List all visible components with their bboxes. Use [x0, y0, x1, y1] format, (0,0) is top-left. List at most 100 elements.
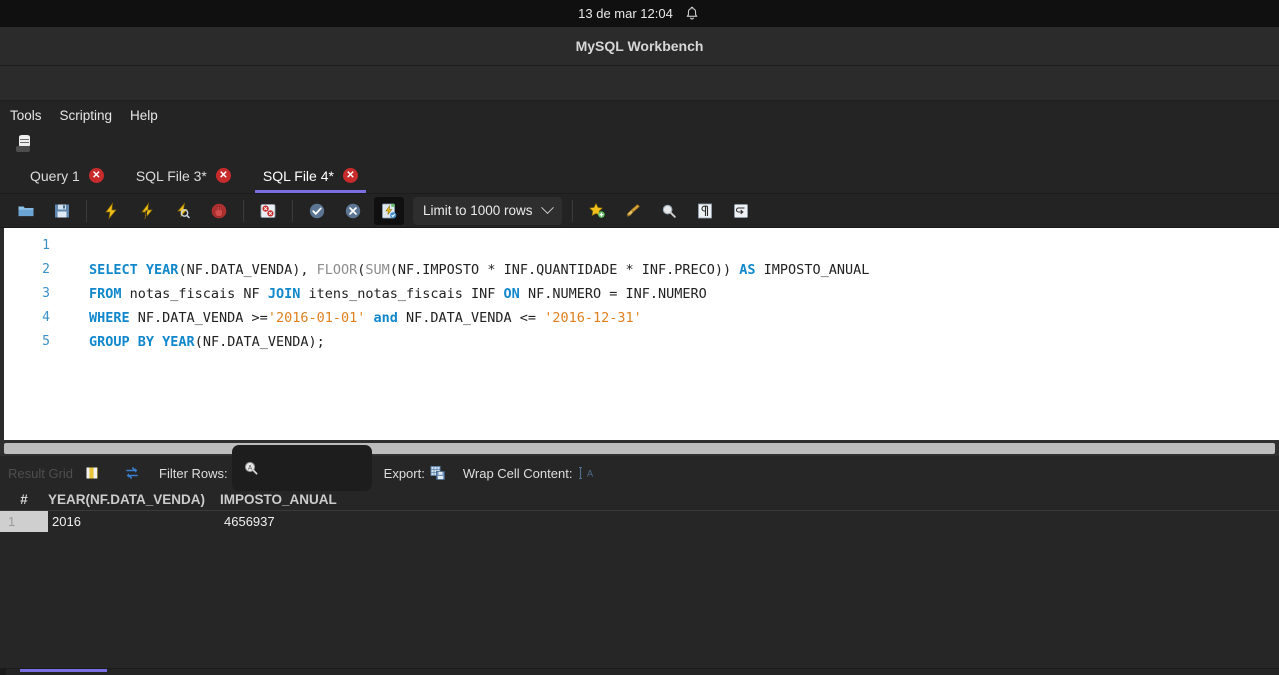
save-sql-file-icon[interactable]	[47, 197, 77, 225]
database-server-icon[interactable]	[16, 135, 34, 153]
search-icon: A	[242, 459, 260, 477]
code-line-5[interactable]: GROUP BY YEAR(NF.DATA_VENDA);	[89, 330, 1279, 354]
close-icon[interactable]: ✕	[342, 168, 358, 183]
lightning-bolt-cursor-icon-svg	[141, 201, 153, 220]
code-line-4[interactable]: WHERE NF.DATA_VENDA >='2016-01-01' and N…	[89, 306, 1279, 330]
code-token: ON	[503, 286, 520, 302]
close-icon[interactable]: ✕	[215, 168, 231, 183]
tab-sql-file-4[interactable]: SQL File 4* ✕	[247, 158, 374, 193]
code-line-1[interactable]	[89, 234, 1279, 258]
search-icon-svg: A	[244, 461, 258, 475]
editor-horizontal-scrollbar[interactable]	[0, 440, 1279, 456]
scrollbar-thumb[interactable]	[4, 442, 1275, 454]
line-number-1: 1	[42, 238, 50, 253]
toolbar-separator	[243, 199, 244, 222]
filter-rows-label: Filter Rows:	[159, 465, 228, 481]
toggle-autocommit-icon[interactable]	[374, 196, 404, 225]
grid-view-icon-svg	[85, 466, 99, 480]
os-clock-area[interactable]: 13 de mar 12:04	[578, 5, 701, 23]
toggle-stop-on-error-icon[interactable]	[253, 197, 283, 225]
magnifier-icon-svg	[662, 204, 676, 218]
tab-sql-file-3[interactable]: SQL File 3* ✕	[120, 158, 247, 193]
stop-hand-icon-svg	[211, 203, 227, 218]
table-row[interactable]: 1 2016 4656937	[0, 510, 1279, 532]
code-content[interactable]: SELECT YEAR(NF.DATA_VENDA), FLOOR(SUM(NF…	[59, 228, 1279, 440]
checkmark-circle-icon-svg	[309, 203, 325, 218]
lightning-magnifier-icon-svg	[177, 201, 190, 218]
window-toolbar-empty	[0, 66, 1279, 101]
pilcrow-icon-svg	[697, 203, 712, 218]
wrap-cell-icon-svg: A	[579, 466, 594, 480]
toolbar-separator	[292, 199, 293, 222]
code-token: SELECT	[89, 262, 138, 278]
result-grid-toolbar: Result Grid Filter Rows: A Export: Wrap …	[0, 445, 1279, 491]
save-snippet-icon[interactable]	[582, 197, 612, 225]
result-grid-table-area[interactable]: # YEAR(NF.DATA_VENDA) IMPOSTO_ANUAL 1 20…	[0, 490, 1279, 620]
code-token: YEAR	[145, 262, 179, 278]
database-plug	[16, 146, 30, 152]
menu-item-help[interactable]: Help	[130, 108, 158, 123]
menu-item-tools[interactable]: Tools	[10, 108, 42, 123]
wrap-cell-content-label: Wrap Cell Content:	[462, 465, 573, 481]
folder-icon-svg	[18, 206, 34, 216]
open-sql-file-icon[interactable]	[11, 197, 41, 225]
show-invisible-characters-icon[interactable]	[690, 197, 720, 225]
refresh-icon[interactable]	[119, 461, 145, 485]
menu-item-scripting[interactable]: Scripting	[60, 108, 113, 123]
line-number-2: 2	[42, 262, 50, 277]
menu-bar: Tools Scripting Help	[0, 101, 1279, 130]
column-header-rownum[interactable]: #	[0, 490, 48, 511]
page-title: MySQL Workbench	[575, 38, 704, 54]
code-line-2[interactable]: SELECT YEAR(NF.DATA_VENDA), FLOOR(SUM(NF…	[89, 258, 1279, 282]
svg-text:A: A	[587, 470, 594, 480]
sql-code-editor[interactable]: 12345 SELECT YEAR(NF.DATA_VENDA), FLOOR(…	[0, 228, 1279, 440]
row-number-cell[interactable]: 1	[0, 510, 48, 532]
code-line-3[interactable]: FROM notas_fiscais NF JOIN itens_notas_f…	[89, 282, 1279, 306]
cell-imposto[interactable]: 4656937	[220, 510, 420, 532]
editor-tab-bar: Query 1 ✕ SQL File 3* ✕ SQL File 4* ✕	[0, 158, 1279, 194]
code-token: (NF.DATA_VENDA);	[194, 334, 325, 350]
result-table-body: 1 2016 4656937	[0, 510, 1279, 532]
result-grid-icon[interactable]	[79, 461, 105, 485]
column-header-year[interactable]: YEAR(NF.DATA_VENDA)	[48, 490, 220, 511]
code-token: NF.DATA_VENDA >=	[129, 310, 268, 326]
column-header-imposto[interactable]: IMPOSTO_ANUAL	[220, 490, 420, 511]
code-token: NF.DATA_VENDA <=	[397, 310, 545, 326]
result-grid-title: Result Grid	[8, 465, 74, 481]
find-icon[interactable]	[654, 197, 684, 225]
tab-label: Query 1	[30, 167, 80, 184]
toggle-word-wrap-icon[interactable]	[726, 197, 756, 225]
close-icon[interactable]: ✕	[88, 168, 104, 183]
cell-year[interactable]: 2016	[48, 510, 220, 532]
export-recordset-icon[interactable]	[425, 461, 451, 485]
line-number-3: 3	[42, 286, 50, 301]
wrap-lines-icon-svg	[733, 203, 748, 218]
database-line-2	[20, 142, 29, 143]
result-tab-bar: Result 2 ✕	[0, 668, 1279, 675]
bell-icon[interactable]	[683, 5, 701, 23]
code-token: YEAR	[162, 334, 195, 350]
explain-statement-icon[interactable]	[168, 197, 198, 225]
bell-icon-svg	[686, 6, 698, 19]
limit-rows-label: Limit to 1000 rows	[423, 203, 533, 218]
code-token: itens_notas_fiscais INF	[300, 286, 504, 302]
tab-result-2[interactable]: Result 2 ✕	[16, 669, 111, 675]
execute-current-statement-icon[interactable]	[132, 197, 162, 225]
rollback-transaction-icon[interactable]	[338, 197, 368, 225]
commit-transaction-icon[interactable]	[302, 197, 332, 225]
line-number-4: 4	[42, 310, 50, 325]
code-token: (NF.DATA_VENDA),	[178, 262, 317, 278]
table-header-row: # YEAR(NF.DATA_VENDA) IMPOSTO_ANUAL	[0, 490, 1279, 511]
cell-filler	[420, 510, 1279, 532]
limit-rows-dropdown[interactable]: Limit to 1000 rows	[413, 196, 562, 225]
stop-execution-icon[interactable]	[204, 197, 234, 225]
filter-rows-input[interactable]: A	[231, 445, 372, 491]
wrap-cell-content-icon[interactable]: A	[572, 461, 598, 485]
execute-statement-icon[interactable]	[96, 197, 126, 225]
lightning-bolt-icon-svg	[105, 201, 117, 220]
toolbar-separator	[86, 199, 87, 222]
beautify-sql-icon[interactable]	[618, 197, 648, 225]
tab-query-1[interactable]: Query 1 ✕	[14, 158, 120, 193]
